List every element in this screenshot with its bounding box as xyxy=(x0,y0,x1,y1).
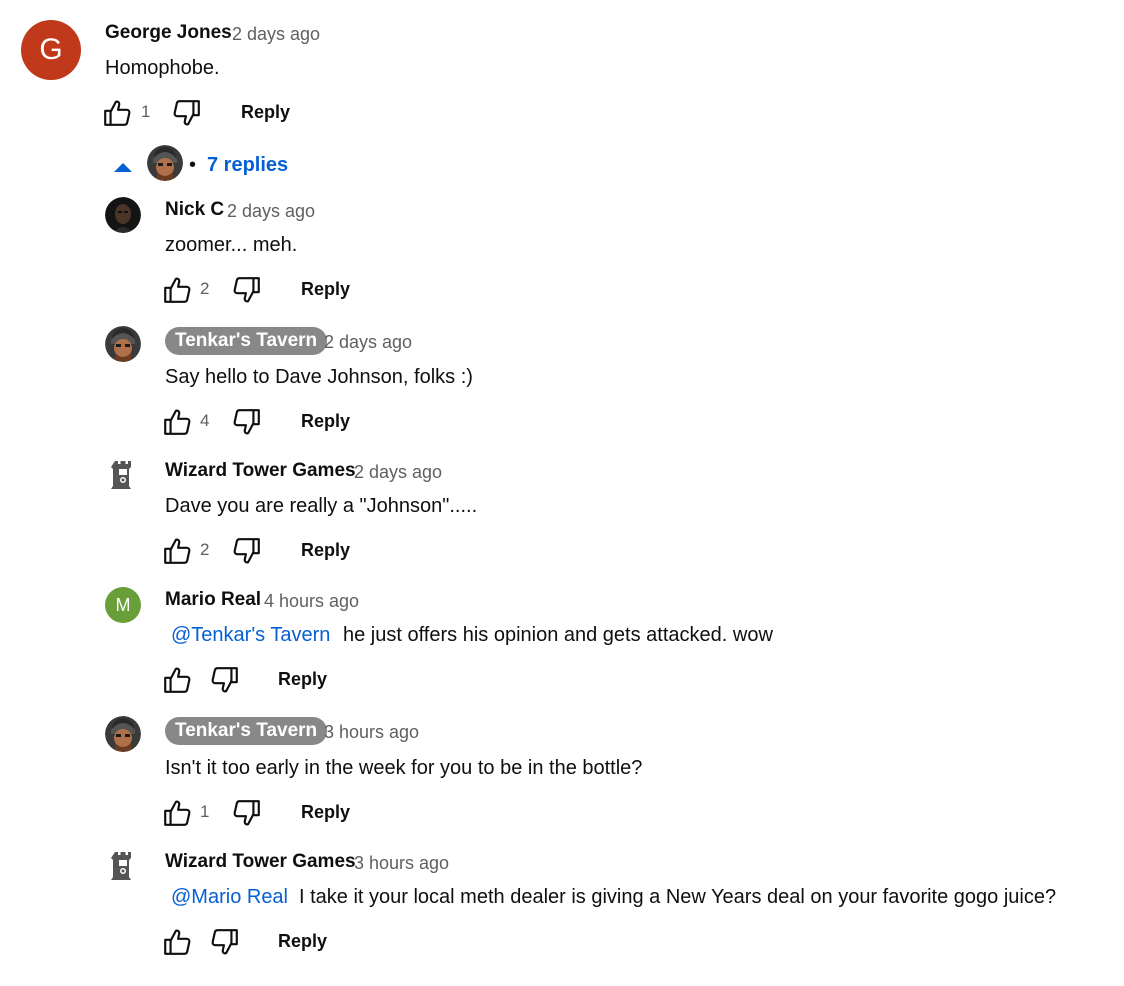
like-count: 4 xyxy=(200,411,210,430)
avatar[interactable]: M xyxy=(105,587,141,623)
avatar[interactable] xyxy=(105,716,141,752)
channel-owner-badge[interactable]: Tenkar's Tavern xyxy=(165,327,328,355)
dislike-icon[interactable] xyxy=(232,536,262,566)
reply-time[interactable]: 2 days ago xyxy=(354,462,442,483)
reply-author[interactable]: Wizard Tower Games xyxy=(165,460,356,482)
reply-button[interactable]: Reply xyxy=(301,411,350,432)
like-icon[interactable] xyxy=(162,798,192,828)
reply-text: Isn't it too early in the week for you t… xyxy=(165,757,643,779)
dislike-icon[interactable] xyxy=(232,275,262,305)
dislike-icon[interactable] xyxy=(232,798,262,828)
avatar-letter: G xyxy=(39,33,63,66)
mention-link[interactable]: @Mario Real xyxy=(171,886,288,909)
reply-text: Dave you are really a "Johnson"..... xyxy=(165,495,478,517)
comment-text: Homophobe. xyxy=(105,57,220,79)
reply-author[interactable]: Wizard Tower Games xyxy=(165,851,356,873)
like-icon[interactable] xyxy=(162,665,192,695)
reply-time[interactable]: 4 hours ago xyxy=(264,591,359,612)
reply-button[interactable]: Reply xyxy=(301,279,350,300)
reply-author[interactable]: Mario Real xyxy=(165,589,261,611)
like-icon[interactable] xyxy=(162,536,192,566)
reply-button[interactable]: Reply xyxy=(301,802,350,823)
like-count: 2 xyxy=(200,279,210,298)
separator-dot: • xyxy=(189,154,197,176)
reply-button[interactable]: Reply xyxy=(278,669,327,690)
reply-author[interactable]: Nick C xyxy=(165,199,224,221)
reply-text: he just offers his opinion and gets atta… xyxy=(343,624,773,646)
reply-button[interactable]: Reply xyxy=(301,540,350,561)
mention-link[interactable]: @Tenkar's Tavern xyxy=(171,624,330,647)
like-icon[interactable] xyxy=(162,275,192,305)
like-count: 2 xyxy=(200,540,210,559)
like-count: 1 xyxy=(141,102,151,121)
tower-logo-icon[interactable] xyxy=(111,851,135,881)
reply-button[interactable]: Reply xyxy=(278,931,327,952)
channel-owner-badge[interactable]: Tenkar's Tavern xyxy=(165,717,328,745)
avatar xyxy=(147,145,183,181)
replies-count-link[interactable]: 7 replies xyxy=(207,154,288,177)
like-count: 1 xyxy=(200,802,210,821)
reply-text: I take it your local meth dealer is givi… xyxy=(299,886,1057,908)
dislike-icon[interactable] xyxy=(210,927,240,957)
reply-time[interactable]: 3 hours ago xyxy=(324,722,419,743)
reply-text: zoomer... meh. xyxy=(165,234,298,256)
avatar[interactable] xyxy=(105,326,141,362)
like-icon[interactable] xyxy=(162,407,192,437)
caret-up-icon xyxy=(114,163,132,172)
like-icon[interactable] xyxy=(102,98,132,128)
dislike-icon[interactable] xyxy=(210,665,240,695)
replies-toggle[interactable]: • 7 replies xyxy=(112,144,302,184)
tower-logo-icon[interactable] xyxy=(111,460,135,490)
reply-time[interactable]: 2 days ago xyxy=(324,332,412,353)
reply-time[interactable]: 3 hours ago xyxy=(354,853,449,874)
reply-button[interactable]: Reply xyxy=(241,102,290,123)
avatar-letter: M xyxy=(115,594,131,615)
avatar[interactable] xyxy=(105,197,141,233)
comment-author[interactable]: George Jones xyxy=(105,22,232,44)
reply-time[interactable]: 2 days ago xyxy=(227,201,315,222)
dislike-icon[interactable] xyxy=(172,98,202,128)
dislike-icon[interactable] xyxy=(232,407,262,437)
avatar[interactable]: G xyxy=(21,20,81,80)
reply-text: Say hello to Dave Johnson, folks :) xyxy=(165,366,473,388)
like-icon[interactable] xyxy=(162,927,192,957)
comment-time[interactable]: 2 days ago xyxy=(232,24,320,45)
